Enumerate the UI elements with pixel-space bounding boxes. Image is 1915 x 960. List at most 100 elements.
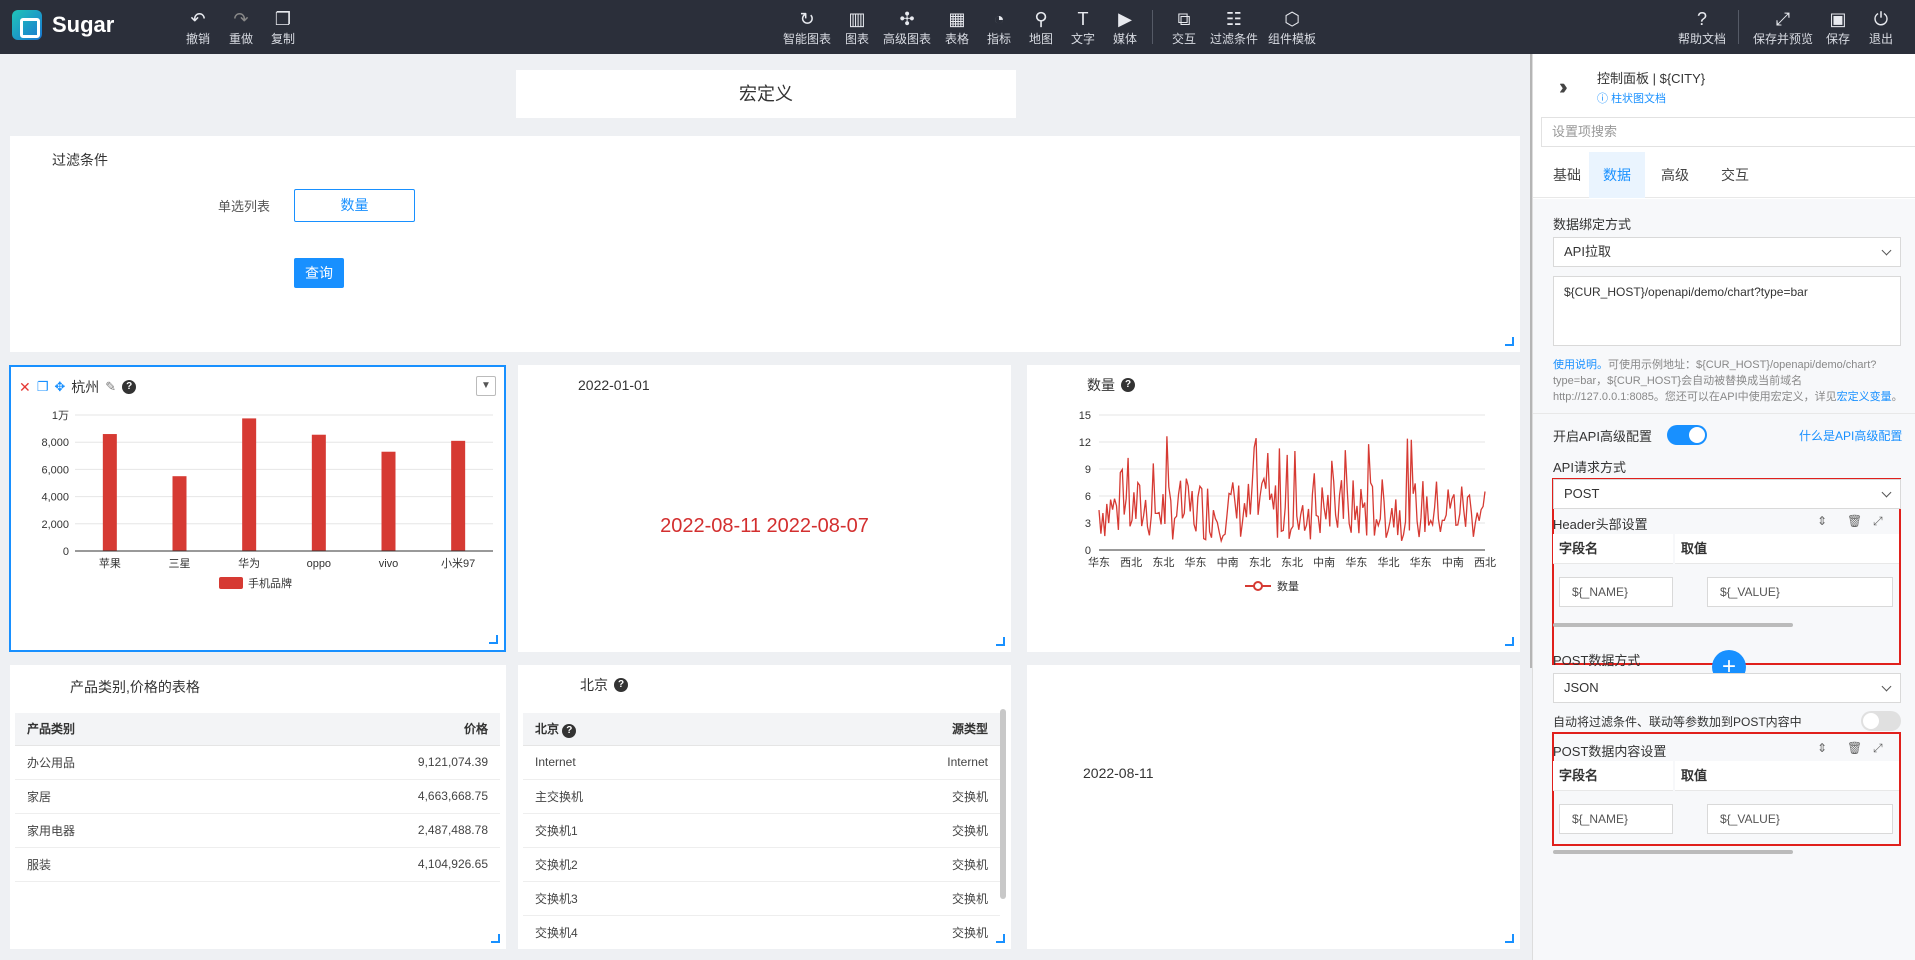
app-logo[interactable]: Sugar (12, 10, 114, 40)
filter-select[interactable]: 数量 (294, 189, 415, 222)
post-content-label: POST数据内容设置 (1553, 744, 1667, 759)
resize-handle[interactable] (1505, 934, 1514, 943)
template-icon: ⬡ (1284, 9, 1300, 29)
header-value-input[interactable]: ${_VALUE} (1707, 577, 1893, 607)
table-scrollbar[interactable] (1000, 709, 1006, 899)
usage-link[interactable]: 使用说明。 (1553, 359, 1608, 371)
column-header[interactable]: 北京 ? (523, 713, 775, 746)
tab-data[interactable]: 数据 (1589, 152, 1645, 198)
horizontal-scrollbar[interactable] (1553, 850, 1793, 854)
header-settings-label: Header头部设置 (1553, 517, 1648, 532)
single-date-panel[interactable]: 2022-08-11 (1027, 665, 1520, 949)
filter-button[interactable]: ☷ 过滤条件 (1204, 8, 1264, 47)
resize-handle[interactable] (1505, 337, 1514, 346)
tab-advanced[interactable]: 高级 (1649, 152, 1701, 198)
advanced-config-toggle[interactable] (1667, 425, 1707, 445)
media-button[interactable]: ▶ 媒体 (1095, 8, 1155, 47)
bar (311, 434, 326, 551)
chart-doc-link[interactable]: ⓘ 柱状图文档 (1597, 90, 1666, 106)
advanced-config-help-link[interactable]: 什么是API高级配置 (1799, 427, 1902, 444)
table-row: 交换机1 交换机 (523, 813, 1000, 848)
table-title: 北京 (580, 677, 608, 693)
resize-handle[interactable] (996, 637, 1005, 646)
tab-basic[interactable]: 基础 (1541, 152, 1593, 198)
toolbar-divider (1152, 10, 1153, 44)
top-toolbar: Sugar ↶ 撤销 ↷ 重做 ❐ 复制 ↻ 智能图表 ▥ 图表 ✣ 高级图表 ▦ 表格 ◔ 指… (0, 0, 1915, 54)
collapse-icon[interactable]: ›› (1559, 74, 1567, 100)
y-tick-label: 15 (1079, 410, 1091, 422)
trash-icon[interactable]: 🗑 (1847, 741, 1862, 755)
resize-handle[interactable] (996, 934, 1005, 943)
method-label: API请求方式 (1553, 460, 1626, 475)
header-name-input[interactable]: ${_NAME} (1559, 577, 1673, 607)
control-panel: ›› 控制面板 | ${CITY} ⓘ 柱状图文档 设置项搜索 基础 数据 高级… (1532, 54, 1915, 960)
kv-value-header: 取值 (1675, 761, 1899, 791)
x-tick-label: 苹果 (99, 556, 121, 570)
post-mode-select[interactable]: JSON (1553, 673, 1901, 703)
auto-append-toggle[interactable] (1861, 711, 1901, 731)
x-tick-label: 中南 (1313, 556, 1335, 569)
x-tick-label: oppo (307, 558, 331, 570)
y-tick-label: 0 (63, 546, 69, 558)
bar (242, 418, 257, 551)
table-row: 交换机4 交换机 (523, 915, 1000, 949)
advanced-config-label: 开启API高级配置 (1553, 429, 1652, 444)
binding-select[interactable]: API拉取 (1553, 237, 1901, 267)
sort-icon[interactable]: ⇕ (1817, 741, 1827, 755)
exit-button[interactable]: ⏻ 退出 (1851, 8, 1911, 47)
y-tick-label: 12 (1079, 437, 1091, 449)
table-row: 服装 4,104,926.65 (15, 847, 500, 882)
x-tick-label: 西北 (1474, 556, 1496, 569)
price-table-panel[interactable]: 产品类别,价格的表格 产品类别 价格 办公用品 9,121,074.39 家居 4,… (10, 665, 506, 949)
query-button[interactable]: 查询 (294, 258, 344, 288)
y-tick-label: 4,000 (41, 492, 69, 504)
exit-icon: ⏻ (1873, 9, 1889, 29)
copy-icon: ❐ (274, 9, 292, 29)
bar-chart: 0 2,000 4,000 6,000 8,000 1万苹果 三星 华为 oppo vivo 小米9… (41, 410, 493, 590)
method-select[interactable]: POST (1553, 479, 1901, 509)
post-name-input[interactable]: ${_NAME} (1559, 804, 1673, 834)
legend-marker (1253, 581, 1263, 591)
control-tabs: 基础 数据 高级 交互 (1533, 152, 1915, 198)
macro-variable-link[interactable]: 宏定义变量 (1837, 391, 1892, 403)
filter-title: 过滤条件 (52, 152, 108, 168)
horizontal-scrollbar[interactable] (1553, 623, 1793, 627)
x-tick-label: 华东 (1088, 555, 1110, 569)
column-header[interactable]: 价格 (225, 713, 500, 746)
macro-title[interactable]: 宏定义 (516, 70, 1016, 118)
bar (172, 476, 187, 551)
table-row: 办公用品 9,121,074.39 (15, 745, 500, 780)
template-button[interactable]: ⬡ 组件模板 (1262, 8, 1322, 47)
expand-icon[interactable]: ⤢ (1873, 741, 1883, 756)
bar (102, 434, 117, 551)
divider (1533, 413, 1915, 414)
bar (381, 451, 396, 551)
resize-handle[interactable] (489, 635, 498, 644)
column-header[interactable]: 源类型 (774, 713, 1000, 746)
resize-handle[interactable] (1505, 637, 1514, 646)
beijing-table-panel[interactable]: 北京 ? 北京 ? 源类型 Internet Internet 主交换机 交换机 交… (518, 665, 1011, 949)
date-panel-title: 2022-01-01 (578, 377, 650, 393)
settings-search-input[interactable]: 设置项搜索 (1541, 117, 1915, 147)
tab-interaction[interactable]: 交互 (1709, 152, 1761, 198)
resize-handle[interactable] (491, 934, 500, 943)
date-panel[interactable]: 2022-01-01 2022-08-11 2022-08-07 (518, 365, 1011, 652)
api-url-input[interactable]: ${CUR_HOST}/openapi/demo/chart?type=bar (1553, 276, 1901, 346)
post-value-input[interactable]: ${_VALUE} (1707, 804, 1893, 834)
help-doc-button[interactable]: ? 帮助文档 (1672, 8, 1732, 47)
column-header[interactable]: 产品类别 (15, 713, 226, 746)
copy-button[interactable]: ❐ 复制 (253, 8, 313, 47)
api-hint: 使用说明。可使用示例地址：${CUR_HOST}/openapi/demo/ch… (1553, 359, 1903, 403)
trash-icon[interactable]: 🗑 (1847, 514, 1862, 528)
toolbar-divider (1738, 10, 1739, 44)
table-row: 交换机2 交换机 (523, 847, 1000, 882)
bar-chart-panel[interactable]: ✕ ❐ ✥ 杭州 ✎ ? ▼ 0 2,000 4,000 6,000 8,000 1万 苹果… (9, 365, 506, 652)
help-circle-icon: ⓘ (1597, 93, 1608, 105)
help-icon[interactable]: ? (614, 678, 628, 692)
sort-icon[interactable]: ⇕ (1817, 514, 1827, 528)
kv-value-header: 取值 (1675, 534, 1899, 564)
help-icon[interactable]: ? (562, 723, 577, 738)
expand-icon[interactable]: ⤢ (1873, 514, 1883, 529)
filter-panel[interactable]: 过滤条件 单选列表 数量 查询 (10, 136, 1520, 352)
line-chart-panel[interactable]: 数量 ? 0 3 6 9 12 15 华东 西北 东北 华东 中南 东北 东北 中南 华东 华北 华东 中南 西北数… (1027, 365, 1520, 652)
